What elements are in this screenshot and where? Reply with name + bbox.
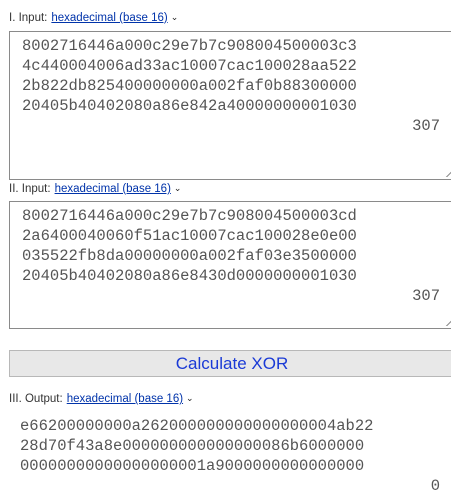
output-line: 00000000000000000001a9000000000000000 bbox=[20, 457, 365, 475]
input1-line: 4c440004006ad33ac10007cac100028aa522 bbox=[22, 57, 357, 75]
input2-line: 035522fb8da00000000a002faf03e3500000 bbox=[22, 247, 357, 265]
input2-label-row: II. Input: hexadecimal (base 16) ⌄ bbox=[9, 181, 181, 196]
resize-grip-icon[interactable] bbox=[444, 169, 451, 177]
input2-line: 2a6400040060f51ac10007cac100028e0e00 bbox=[22, 227, 357, 245]
calculate-xor-button[interactable]: Calculate XOR bbox=[9, 350, 451, 377]
resize-grip-icon[interactable] bbox=[444, 318, 451, 326]
input1-line: 20405b40402080a86e842a40000000001030 bbox=[22, 97, 357, 115]
input1-label: I. Input: bbox=[9, 12, 48, 24]
output-text: e66200000000a262000000000000000004ab22 2… bbox=[9, 416, 451, 496]
input1-label-row: I. Input: hexadecimal (base 16) ⌄ bbox=[9, 10, 178, 25]
input2-line: 307 bbox=[412, 287, 440, 305]
input1-textarea[interactable]: 8002716446a000c29e7b7c908004500003c3 4c4… bbox=[9, 31, 451, 180]
input2-format-select[interactable]: hexadecimal (base 16) bbox=[55, 183, 171, 195]
output-line: e66200000000a262000000000000000004ab22 bbox=[20, 417, 374, 435]
input1-line: 2b822db825400000000a002faf0b88300000 bbox=[22, 77, 357, 95]
input2-label: II. Input: bbox=[9, 183, 51, 195]
chevron-down-icon[interactable]: ⌄ bbox=[186, 391, 194, 405]
chevron-down-icon[interactable]: ⌄ bbox=[171, 10, 179, 24]
output-format-select[interactable]: hexadecimal (base 16) bbox=[67, 393, 183, 405]
output-label-row: III. Output: hexadecimal (base 16) ⌄ bbox=[9, 391, 194, 406]
input2-line: 20405b40402080a86e8430d0000000001030 bbox=[22, 267, 357, 285]
output-label: III. Output: bbox=[9, 393, 63, 405]
input1-line: 307 bbox=[412, 117, 440, 135]
input1-line: 8002716446a000c29e7b7c908004500003c3 bbox=[22, 37, 357, 55]
chevron-down-icon[interactable]: ⌄ bbox=[174, 181, 182, 195]
output-line: 28d70f43a8e000000000000000086b6000000 bbox=[20, 437, 365, 455]
input2-line: 8002716446a000c29e7b7c908004500003cd bbox=[22, 207, 357, 225]
output-line: 0 bbox=[430, 477, 440, 495]
input1-format-select[interactable]: hexadecimal (base 16) bbox=[51, 12, 167, 24]
input2-textarea[interactable]: 8002716446a000c29e7b7c908004500003cd 2a6… bbox=[9, 201, 451, 329]
